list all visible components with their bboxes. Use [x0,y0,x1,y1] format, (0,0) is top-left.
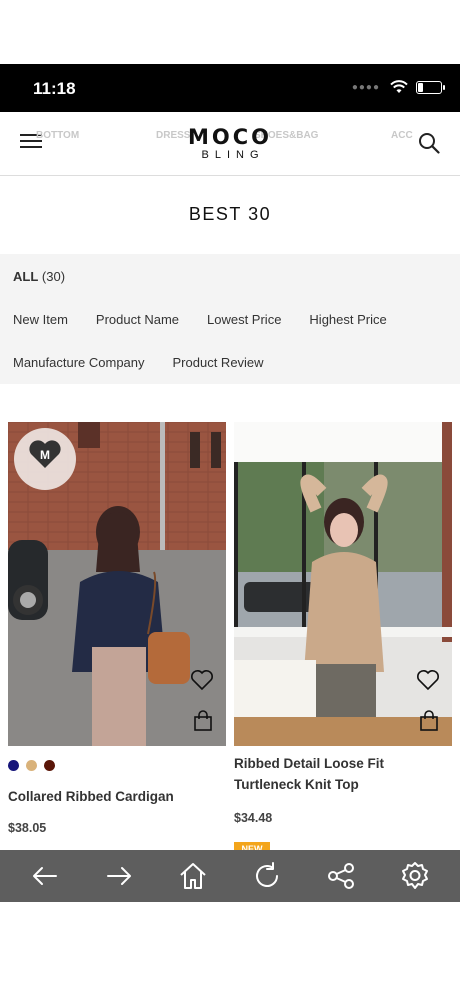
swatch-brown[interactable] [44,760,55,771]
status-bar: 11:18 ●●●● [0,64,460,112]
product-name[interactable]: Ribbed Detail Loose Fit Turtleneck Knit … [234,753,452,795]
page-title: BEST 30 [188,204,272,224]
product-image[interactable] [234,422,452,746]
all-count: (30) [41,269,66,284]
color-swatches [8,760,226,772]
sort-manufacture-company[interactable]: Manufacture Company [13,355,145,370]
home-icon[interactable] [171,854,215,898]
site-header: BOTTOM DRESS SHOES&BAG ACC MOCO BLING [0,112,460,176]
sort-lowest-price[interactable]: Lowest Price [207,312,281,327]
filter-area: ALL (30) New Item Product Name Lowest Pr… [0,254,460,384]
shopping-bag-icon[interactable] [192,710,214,732]
swatch-navy[interactable] [8,760,19,771]
sort-highest-price[interactable]: Highest Price [309,312,386,327]
heart-icon[interactable] [416,669,440,691]
heart-icon[interactable] [190,669,214,691]
browser-toolbar [0,850,460,902]
svg-text:M: M [40,448,50,462]
logo-top-text: MOCO [187,125,272,149]
signal-dots-icon: ●●●● [351,81,380,93]
sort-new-item[interactable]: New Item [13,312,68,327]
sort-row-2: Manufacture Company Product Review [13,355,292,370]
product-price: $34.48 [234,811,273,825]
settings-gear-icon[interactable] [393,854,437,898]
new-tag: NEW [234,842,270,850]
shopping-bag-icon[interactable] [418,710,440,732]
sort-product-name[interactable]: Product Name [96,312,179,327]
status-icons: ●●●● [351,80,445,94]
brand-badge: M [14,428,76,490]
product-card[interactable]: M Collared Ribbed Cardigan $38.05 [8,422,226,835]
share-icon[interactable] [319,854,363,898]
back-arrow-icon[interactable] [23,854,67,898]
swatch-beige[interactable] [26,760,37,771]
forward-arrow-icon[interactable] [97,854,141,898]
sort-row-1: New Item Product Name Lowest Price Highe… [13,312,415,327]
product-image[interactable]: M [8,422,226,746]
all-filter[interactable]: ALL (30) [13,269,65,284]
sort-product-review[interactable]: Product Review [173,355,264,370]
bottom-blank-area [0,902,460,996]
title-band: BEST 30 [0,177,460,253]
search-icon[interactable] [418,132,440,154]
product-price: $38.05 [8,821,47,835]
top-blank-area [0,0,460,64]
battery-level [418,82,423,92]
all-label: ALL [13,269,39,284]
logo-bottom-text: BLING [201,149,265,161]
battery-icon [416,80,445,94]
product-name[interactable]: Collared Ribbed Cardigan [8,786,226,807]
site-logo[interactable]: MOCO BLING [0,126,460,162]
refresh-icon[interactable] [245,854,289,898]
wifi-icon [390,80,408,93]
status-time: 11:18 [33,79,76,98]
product-card[interactable]: Ribbed Detail Loose Fit Turtleneck Knit … [234,422,452,825]
product-photo-turtleneck [234,422,452,746]
